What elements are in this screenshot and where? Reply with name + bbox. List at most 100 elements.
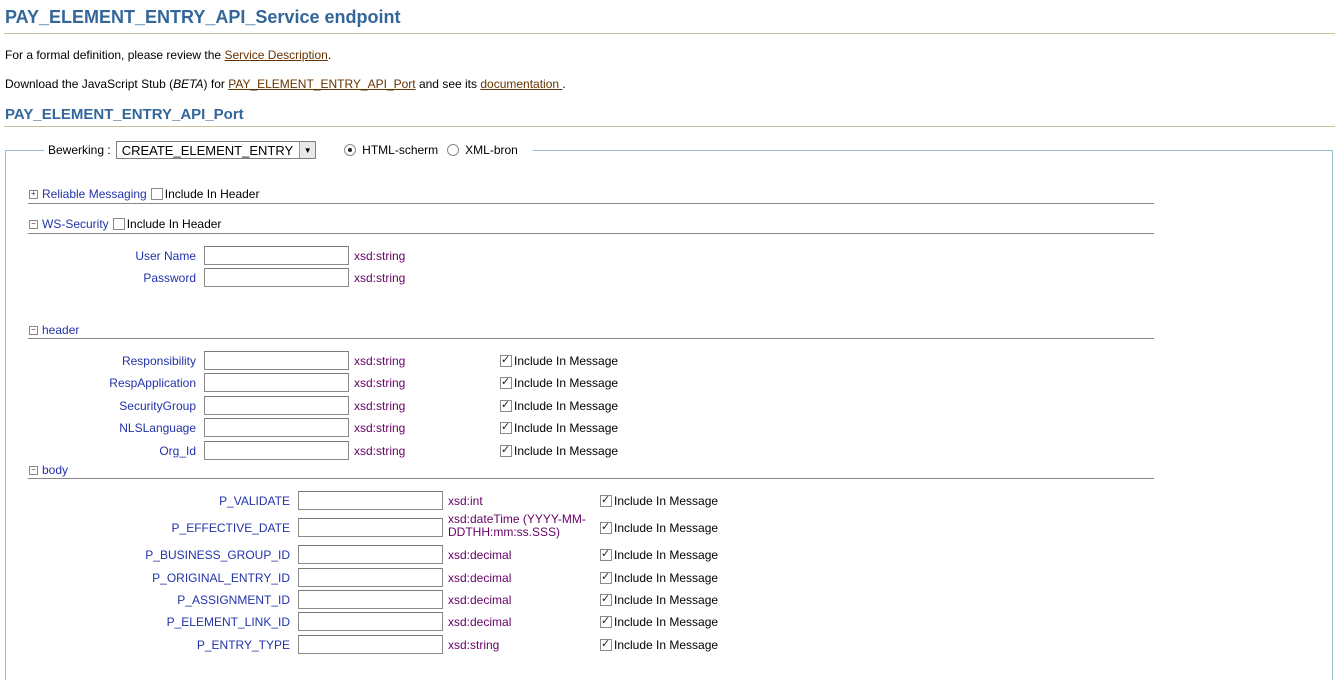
include-label: Include In Message — [614, 593, 719, 607]
ws-security-include-checkbox[interactable] — [112, 218, 125, 230]
param-input[interactable] — [298, 635, 443, 654]
param-label: P_EFFECTIVE_DATE — [171, 521, 290, 535]
xml-view-radio[interactable] — [447, 144, 460, 156]
intro-text: . — [562, 77, 566, 91]
include-checkbox[interactable] — [600, 570, 612, 584]
header-section: − header — [29, 323, 83, 337]
user-name-input[interactable] — [204, 246, 349, 265]
param-label: SecurityGroup — [119, 399, 196, 413]
operation-label: Bewerking : — [48, 143, 111, 157]
collapse-icon[interactable]: − — [29, 325, 38, 335]
reliable-include-checkbox[interactable] — [150, 188, 163, 200]
xml-view-label: XML-bron — [465, 143, 518, 157]
documentation-link[interactable]: documentation — [480, 77, 562, 91]
type-label: xsd:decimal — [448, 548, 512, 562]
header-link[interactable]: header — [42, 323, 79, 337]
include-label: Include In Message — [514, 354, 619, 368]
intro-text: . — [327, 48, 332, 62]
param-input[interactable] — [298, 518, 443, 537]
include-checkbox[interactable] — [600, 637, 612, 651]
include-in-message: Include In Message — [600, 520, 719, 535]
intro-line-2: Download the JavaScript Stub (BETA) for … — [5, 77, 566, 91]
include-in-message: Include In Message — [600, 592, 719, 607]
include-label: Include In Message — [614, 494, 719, 508]
type-label: xsd:string — [448, 638, 500, 652]
include-checkbox[interactable] — [600, 614, 612, 628]
operation-select[interactable]: CREATE_ELEMENT_ENTRY ▼ — [115, 141, 317, 159]
type-label: xsd:string — [354, 249, 406, 263]
param-input[interactable] — [298, 590, 443, 609]
param-label: P_BUSINESS_GROUP_ID — [145, 548, 290, 562]
param-label: P_ASSIGNMENT_ID — [177, 593, 290, 607]
param-label: P_ELEMENT_LINK_ID — [166, 615, 290, 629]
collapse-icon[interactable]: − — [29, 219, 38, 229]
include-checkbox[interactable] — [500, 375, 512, 389]
type-label: xsd:string — [354, 421, 406, 435]
include-in-message: Include In Message — [500, 443, 619, 458]
intro-text: and see its — [415, 77, 481, 91]
param-label: P_ORIGINAL_ENTRY_ID — [152, 571, 290, 585]
type-label: xsd:string — [354, 444, 406, 458]
include-checkbox[interactable] — [500, 443, 512, 457]
param-input[interactable] — [204, 396, 349, 415]
intro-text: ) for — [203, 77, 229, 91]
include-checkbox[interactable] — [600, 520, 612, 534]
html-view-radio[interactable] — [344, 144, 357, 156]
include-label: Include In Message — [614, 521, 719, 535]
include-in-message: Include In Message — [500, 420, 618, 435]
include-checkbox[interactable] — [500, 420, 512, 434]
include-checkbox[interactable] — [500, 398, 512, 412]
param-input[interactable] — [204, 418, 349, 437]
section-divider — [28, 203, 1154, 204]
ws-security-section: − WS-Security Include In Header — [29, 217, 221, 231]
ws-security-link[interactable]: WS-Security — [42, 217, 109, 231]
service-description-link[interactable]: Service Description — [224, 48, 327, 62]
type-label: xsd:dateTime (YYYY-MM-DDTHH:mm:ss.SSS) — [448, 512, 586, 539]
type-label: xsd:decimal — [448, 615, 512, 629]
include-checkbox[interactable] — [600, 592, 612, 606]
intro-text: For a formal definition, please review t… — [5, 48, 225, 62]
ws-security-include-label: Include In Header — [126, 217, 222, 231]
include-checkbox[interactable] — [600, 493, 612, 507]
param-input[interactable] — [204, 351, 349, 370]
param-label: Responsibility — [121, 354, 196, 368]
include-checkbox[interactable] — [500, 353, 512, 367]
section-divider — [28, 338, 1154, 339]
include-in-message: Include In Message — [500, 353, 619, 368]
section-divider — [28, 233, 1154, 234]
reliable-messaging-link[interactable]: Reliable Messaging — [42, 187, 147, 201]
body-link[interactable]: body — [42, 463, 68, 477]
user-name-label: User Name — [135, 249, 196, 263]
type-label: xsd:string — [354, 376, 406, 390]
beta-text: BETA — [173, 77, 204, 91]
javascript-stub-link[interactable]: PAY_ELEMENT_ENTRY_API_Port — [228, 77, 415, 91]
param-input[interactable] — [204, 373, 349, 392]
include-in-message: Include In Message — [500, 398, 619, 413]
include-label: Include In Message — [514, 444, 619, 458]
password-input[interactable] — [204, 268, 349, 287]
param-label: NLSLanguage — [119, 421, 196, 435]
param-input[interactable] — [204, 441, 349, 460]
param-input[interactable] — [298, 491, 443, 510]
include-checkbox[interactable] — [600, 547, 612, 561]
type-label: xsd:decimal — [448, 593, 512, 607]
include-label: Include In Message — [614, 548, 719, 562]
include-in-message: Include In Message — [600, 637, 718, 652]
intro-line-1: For a formal definition, please review t… — [5, 48, 331, 62]
include-label: Include In Message — [514, 399, 619, 413]
include-in-message: Include In Message — [600, 570, 718, 585]
param-label: Org_Id — [159, 444, 196, 458]
reliable-messaging-section: + Reliable Messaging Include In Header — [29, 187, 259, 201]
param-input[interactable] — [298, 568, 443, 587]
section-divider — [28, 478, 1154, 479]
include-in-message: Include In Message — [500, 375, 618, 390]
param-label: P_ENTRY_TYPE — [196, 638, 290, 652]
param-label: P_VALIDATE — [219, 494, 290, 508]
collapse-icon[interactable]: − — [29, 465, 38, 475]
expand-icon[interactable]: + — [29, 189, 38, 199]
html-view-label: HTML-scherm — [362, 143, 439, 157]
chevron-down-icon[interactable]: ▼ — [299, 142, 316, 158]
reliable-include-label: Include In Header — [164, 187, 260, 201]
param-input[interactable] — [298, 612, 443, 631]
param-input[interactable] — [298, 545, 443, 564]
